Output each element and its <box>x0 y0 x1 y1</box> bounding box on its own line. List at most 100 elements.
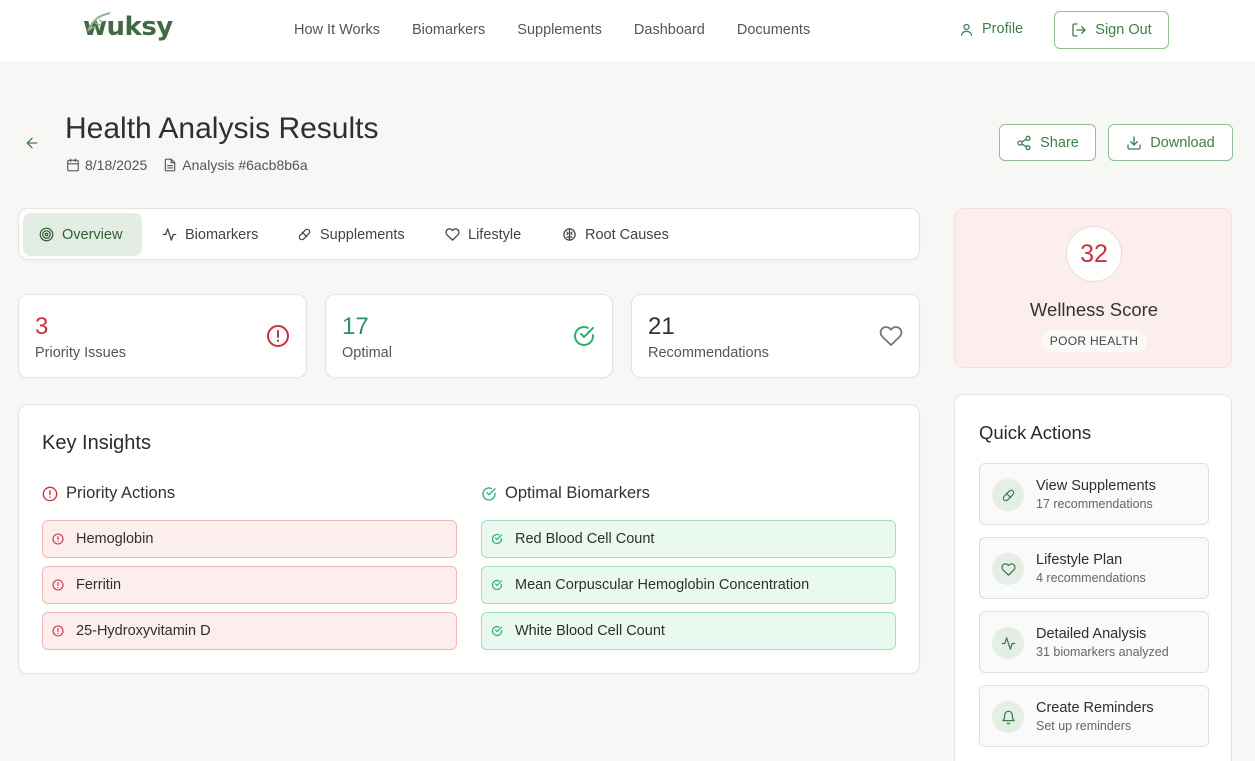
check-circle-icon <box>491 625 503 637</box>
share-icon <box>1017 135 1031 150</box>
quick-action-icon-wrap <box>992 553 1024 585</box>
download-label: Download <box>1150 134 1215 151</box>
check-circle-icon <box>491 533 503 545</box>
tab-lifestyle-label: Lifestyle <box>468 226 522 243</box>
quick-action-detailed-analysis[interactable]: Detailed Analysis 31 biomarkers analyzed <box>979 611 1209 673</box>
tab-biomarkers-label: Biomarkers <box>185 226 259 243</box>
profile-label: Profile <box>982 21 1024 37</box>
check-circle-icon <box>491 579 503 591</box>
tab-overview-label: Overview <box>62 226 123 243</box>
nav-how-it-works[interactable]: How It Works <box>294 22 380 38</box>
nav-dashboard[interactable]: Dashboard <box>634 22 705 38</box>
main-nav: How It Works Biomarkers Supplements Dash… <box>294 22 842 38</box>
activity-icon <box>1001 636 1015 650</box>
stat-value: 3 <box>35 313 49 340</box>
optimal-item-mchc[interactable]: Mean Corpuscular Hemoglobin Concentratio… <box>481 566 896 604</box>
logo[interactable]: wuksy <box>83 12 173 48</box>
nav-biomarkers[interactable]: Biomarkers <box>412 22 485 38</box>
priority-item-ferritin[interactable]: Ferritin <box>42 566 457 604</box>
top-navigation-bar: wuksy How It Works Biomarkers Supplement… <box>0 0 1255 61</box>
download-icon <box>1127 135 1141 150</box>
priority-item-hemoglobin[interactable]: Hemoglobin <box>42 520 457 558</box>
key-insights-card: Key Insights Priority Actions Optimal Bi… <box>18 404 920 674</box>
quick-action-subtitle: Set up reminders <box>1036 719 1132 733</box>
pill-icon <box>298 228 311 241</box>
back-arrow-button[interactable] <box>24 135 40 151</box>
optimal-item-rbc[interactable]: Red Blood Cell Count <box>481 520 896 558</box>
check-circle-icon <box>482 486 496 501</box>
optimal-item-label: Red Blood Cell Count <box>515 531 655 547</box>
target-icon <box>39 227 54 242</box>
sign-out-label: Sign Out <box>1095 22 1152 38</box>
tab-biomarkers[interactable]: Biomarkers <box>146 213 274 256</box>
tab-root-causes-label: Root Causes <box>585 226 669 243</box>
profile-link[interactable]: Profile <box>959 21 1023 37</box>
optimal-item-label: Mean Corpuscular Hemoglobin Concentratio… <box>515 577 810 593</box>
brain-icon <box>563 228 576 241</box>
quick-action-title: Create Reminders <box>1036 700 1154 716</box>
priority-item-vitamin-d[interactable]: 25-Hydroxyvitamin D <box>42 612 457 650</box>
quick-action-subtitle: 17 recommendations <box>1036 497 1153 511</box>
nav-documents[interactable]: Documents <box>737 22 810 38</box>
wellness-score-title: Wellness Score <box>1029 299 1159 320</box>
page-title: Health Analysis Results <box>65 112 379 145</box>
priority-item-label: 25-Hydroxyvitamin D <box>76 623 211 639</box>
alert-circle-icon <box>267 325 289 347</box>
alert-circle-icon <box>52 533 64 545</box>
optimal-item-label: White Blood Cell Count <box>515 623 665 639</box>
quick-action-title: View Supplements <box>1036 478 1156 494</box>
dna-leaf-icon <box>87 12 111 32</box>
stat-label: Recommendations <box>648 345 769 361</box>
bell-icon <box>1001 710 1015 724</box>
quick-action-create-reminders[interactable]: Create Reminders Set up reminders <box>979 685 1209 747</box>
quick-action-title: Detailed Analysis <box>1036 626 1147 642</box>
nav-supplements[interactable]: Supplements <box>517 22 602 38</box>
tab-overview[interactable]: Overview <box>23 213 142 256</box>
quick-action-lifestyle-plan[interactable]: Lifestyle Plan 4 recommendations <box>979 537 1209 599</box>
check-circle-icon <box>574 326 594 346</box>
stat-card-optimal: 17 Optimal <box>325 294 613 378</box>
stat-card-priority: 3 Priority Issues <box>18 294 307 378</box>
arrow-left-icon <box>26 137 38 149</box>
calendar-icon <box>67 158 79 172</box>
heart-icon <box>1000 562 1016 576</box>
wellness-score-card: 32 Wellness Score POOR HEALTH <box>954 208 1232 368</box>
quick-action-icon-wrap <box>992 701 1024 733</box>
priority-item-label: Ferritin <box>76 577 122 593</box>
tab-supplements[interactable]: Supplements <box>281 213 421 256</box>
user-icon <box>960 23 973 36</box>
priority-actions-label: Priority Actions <box>66 484 176 502</box>
quick-action-subtitle: 31 biomarkers analyzed <box>1036 645 1169 659</box>
file-text-icon <box>165 158 176 172</box>
stat-label: Optimal <box>342 345 392 361</box>
stat-value: 17 <box>342 313 369 340</box>
analysis-date: 8/18/2025 <box>85 157 148 173</box>
health-status-badge: POOR HEALTH <box>1041 330 1147 352</box>
optimal-item-wbc[interactable]: White Blood Cell Count <box>481 612 896 650</box>
quick-action-subtitle: 4 recommendations <box>1036 571 1146 585</box>
sign-out-button[interactable]: Sign Out <box>1054 11 1169 49</box>
heart-icon <box>879 326 903 346</box>
tab-root-causes[interactable]: Root Causes <box>546 213 685 256</box>
date-meta: 8/18/2025 <box>66 157 147 173</box>
priority-item-label: Hemoglobin <box>76 531 154 547</box>
analysis-id: Analysis #6acb8b6a <box>182 157 308 173</box>
stat-label: Priority Issues <box>35 345 127 361</box>
quick-actions-title: Quick Actions <box>979 422 1092 443</box>
log-out-icon <box>1072 23 1086 37</box>
optimal-biomarkers-heading: Optimal Biomarkers <box>481 484 650 503</box>
quick-actions-card: Quick Actions View Supplements 17 recomm… <box>954 394 1232 761</box>
share-button[interactable]: Share <box>999 124 1096 161</box>
tab-supplements-label: Supplements <box>320 226 405 243</box>
priority-actions-heading: Priority Actions <box>42 484 175 503</box>
stat-card-recommendations: 21 Recommendations <box>631 294 920 378</box>
quick-action-view-supplements[interactable]: View Supplements 17 recommendations <box>979 463 1209 525</box>
quick-action-icon-wrap <box>992 479 1024 511</box>
alert-circle-icon <box>42 486 58 501</box>
analysis-tabs: Overview Biomarkers Supplements Lifestyl… <box>18 208 920 260</box>
share-label: Share <box>1040 134 1079 151</box>
heart-icon <box>445 228 460 241</box>
tab-lifestyle[interactable]: Lifestyle <box>429 213 537 256</box>
download-button[interactable]: Download <box>1108 124 1233 161</box>
alert-circle-icon <box>52 579 64 591</box>
